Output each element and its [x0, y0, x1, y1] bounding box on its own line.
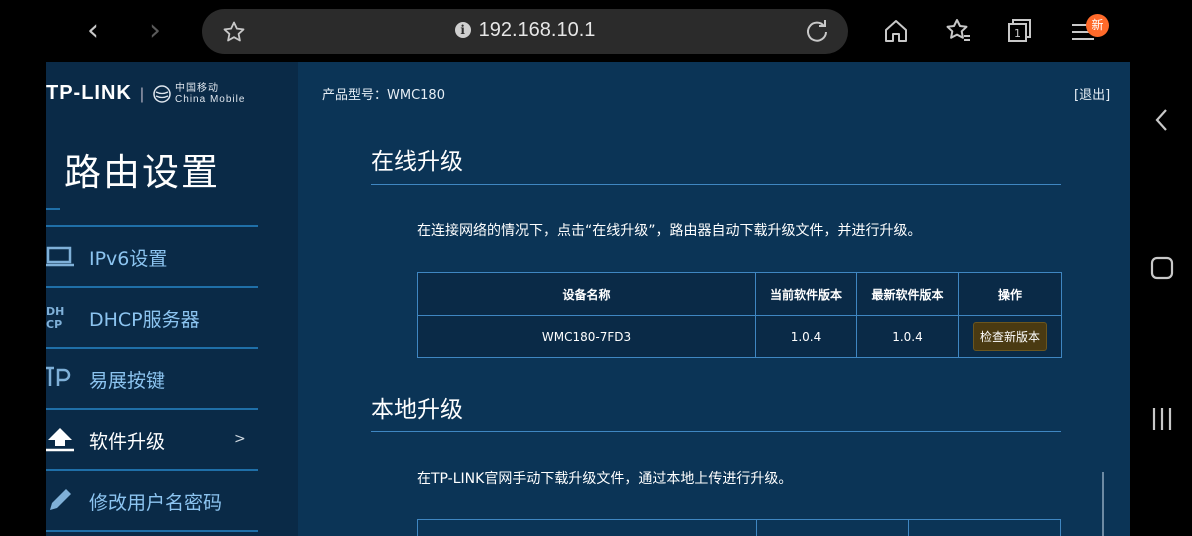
back-nav-icon[interactable] [1150, 106, 1174, 134]
sidebar-divider [46, 286, 258, 288]
sidebar-divider [46, 225, 258, 227]
device-name-cell: WMC180-7FD3 [417, 315, 756, 358]
tp-icon [46, 366, 71, 386]
brand-name: TP-LINK [46, 82, 132, 104]
action-cell: 检查新版本 [958, 315, 1062, 358]
sidebar-title: 路由设置 [64, 151, 220, 194]
check-new-version-button[interactable]: 检查新版本 [972, 322, 1047, 351]
local-upgrade-description: 在TP-LINK官网手动下载升级文件，通过本地上传进行升级。 [417, 471, 793, 487]
forward-icon[interactable]: › [140, 16, 170, 46]
local-upgrade-table [417, 519, 1061, 536]
sidebar-item-label: DHCP服务器 [89, 309, 200, 331]
tab-count: 1 [1014, 27, 1021, 40]
pencil-icon [50, 489, 71, 510]
firmware-table: 设备名称 当前软件版本 最新软件版本 操作 WMC180-7FD3 1.0.4 … [417, 272, 1062, 358]
sidebar-divider [46, 530, 258, 532]
svg-text:CP: CP [46, 318, 62, 331]
online-upgrade-title: 在线升级 [371, 149, 463, 175]
sidebar-item-label: IPv6设置 [89, 248, 168, 270]
column-header: 操作 [958, 272, 1062, 316]
router-admin-page: TP-LINK | 中国移动 China Mobile 路由设置 IPv6设置 DH C… [46, 62, 1130, 536]
url-display[interactable]: i 192.168.10.1 [202, 19, 848, 42]
sidebar-divider [46, 347, 258, 349]
table-header-row: 设备名称 当前软件版本 最新软件版本 操作 [417, 272, 1062, 316]
partner-en: China Mobile [175, 93, 246, 105]
info-icon[interactable]: i [454, 22, 471, 38]
sidebar-item-ipv6[interactable]: IPv6设置 [46, 228, 258, 286]
sidebar-item-label: 易展按键 [89, 370, 166, 392]
sidebar-item-dhcp[interactable]: DH CP DHCP服务器 [46, 289, 258, 347]
online-upgrade-description: 在连接网络的情况下，点击“在线升级”，路由器自动下载升级文件，并进行升级。 [417, 223, 922, 239]
sidebar-item-label: 修改用户名密码 [89, 492, 223, 514]
system-nav-bar [1130, 62, 1192, 536]
dhcp-icon: DHCP [46, 305, 64, 331]
sidebar-divider [46, 208, 60, 210]
upload-icon [46, 428, 74, 452]
latest-version-cell: 1.0.4 [856, 315, 959, 358]
table-column-divider [908, 520, 909, 536]
column-header: 最新软件版本 [856, 272, 959, 316]
browser-toolbar: ‹ › i 192.168.10.1 1 新 [0, 0, 1192, 62]
table-row: WMC180-7FD3 1.0.4 1.0.4 检查新版本 [417, 315, 1062, 358]
column-header: 当前软件版本 [755, 272, 857, 316]
recents-nav-icon[interactable] [1150, 406, 1174, 432]
column-header: 设备名称 [417, 272, 756, 316]
china-mobile-logo-icon [153, 84, 171, 103]
svg-text:DH: DH [46, 305, 64, 318]
home-nav-icon[interactable] [1150, 256, 1174, 280]
url-text: 192.168.10.1 [478, 19, 596, 41]
product-model: 产品型号：WMC180 [322, 88, 445, 103]
home-icon[interactable] [881, 16, 911, 46]
table-column-divider [756, 520, 757, 536]
reload-icon[interactable] [804, 19, 830, 45]
sidebar-divider [46, 408, 258, 410]
monitor-icon [46, 246, 74, 267]
sidebar-divider [46, 469, 258, 471]
sidebar-item-easy-extend[interactable]: 易展按键 [46, 350, 258, 408]
logout-link[interactable]: [退出] [1074, 84, 1110, 103]
section-divider [371, 184, 1061, 185]
brand-logo: TP-LINK | 中国移动 China Mobile [46, 82, 246, 105]
sidebar-item-firmware-upgrade[interactable]: 软件升级 > [46, 411, 258, 469]
chevron-right-icon: > [234, 431, 246, 447]
tabs-icon[interactable]: 1 [1005, 16, 1035, 46]
sidebar-item-change-password[interactable]: 修改用户名密码 [46, 472, 258, 530]
page-scrollbar[interactable] [1102, 472, 1104, 536]
new-badge: 新 [1086, 14, 1109, 37]
partner-cn: 中国移动 [175, 82, 220, 94]
sidebar-item-label: 软件升级 [89, 431, 166, 453]
section-divider [371, 431, 1061, 432]
address-bar[interactable]: i 192.168.10.1 [202, 9, 848, 54]
local-upgrade-title: 本地升级 [371, 397, 463, 423]
sidebar: TP-LINK | 中国移动 China Mobile 路由设置 IPv6设置 DH C… [46, 62, 298, 536]
bookmarks-icon[interactable] [943, 16, 973, 46]
back-icon[interactable]: ‹ [78, 16, 108, 46]
current-version-cell: 1.0.4 [755, 315, 857, 358]
